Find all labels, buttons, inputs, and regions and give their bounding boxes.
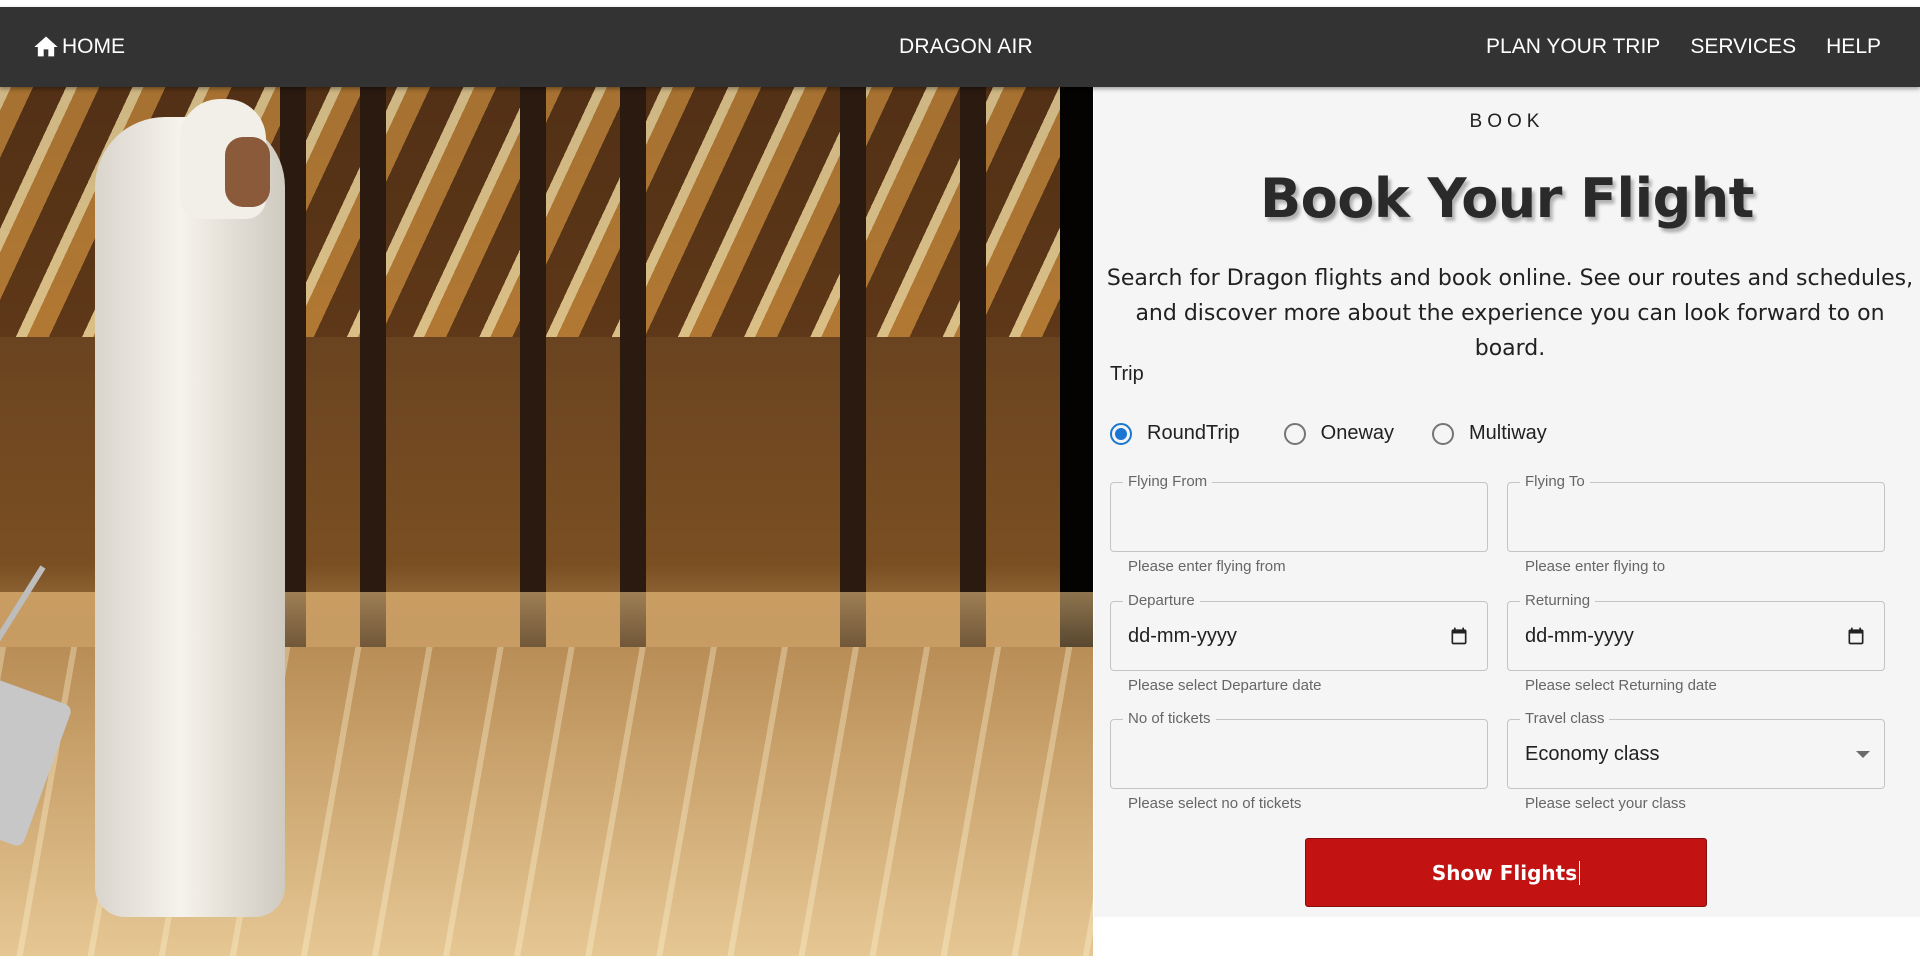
section-eyebrow: BOOK [1469,111,1545,132]
hero-pillar [840,87,866,647]
returning-label: Returning [1520,591,1596,611]
returning-placeholder: dd-mm-yyyy [1525,625,1634,647]
home-label: HOME [62,35,125,58]
radio-checked-icon[interactable] [1110,422,1132,445]
hero-pillar [360,87,386,647]
home-icon [34,36,58,57]
tickets-helper: Please select no of tickets [1128,795,1302,812]
travel-class-label: Travel class [1520,709,1610,729]
hero-pillar [960,87,986,647]
radio-unchecked-icon[interactable] [1283,422,1306,445]
show-flights-button[interactable]: Show Flights [1305,838,1707,907]
travel-class-helper: Please select your class [1525,795,1686,812]
radio-roundtrip-label: RoundTrip [1147,422,1240,444]
hero-person-face [225,137,270,207]
travel-class-value: Economy class [1525,743,1660,765]
tickets-input[interactable] [1111,720,1487,788]
trip-radio-group: RoundTrip Oneway Multiway [1110,422,1547,445]
show-flights-label: Show Flights [1431,860,1578,885]
hero-image [0,87,1093,956]
radio-roundtrip[interactable]: RoundTrip [1110,422,1240,445]
text-caret [1579,860,1581,885]
radio-multiway-label: Multiway [1469,422,1547,444]
departure-helper: Please select Departure date [1128,677,1322,694]
flying-from-input[interactable] [1111,483,1487,551]
nav-plan-your-trip[interactable]: PLAN YOUR TRIP [1486,35,1660,59]
radio-oneway[interactable]: Oneway [1283,422,1395,445]
trip-label: Trip [1110,363,1144,385]
hero-pillar [1060,87,1093,647]
departure-label: Departure [1123,591,1200,611]
page-title: Book Your Flight [1259,167,1755,230]
dropdown-arrow-icon[interactable] [1856,751,1870,758]
home-link[interactable]: HOME [32,33,125,61]
flying-to-input[interactable] [1508,483,1884,551]
travel-class-select[interactable]: Travel class Economy class [1507,709,1885,789]
radio-oneway-label: Oneway [1320,422,1395,444]
hero-pillar [520,87,546,647]
calendar-icon[interactable] [1846,626,1866,646]
hero-pillar [620,87,646,647]
nav-help[interactable]: HELP [1826,35,1881,59]
flying-from-helper: Please enter flying from [1128,558,1286,575]
intro-text: Search for Dragon flights and book onlin… [1106,266,1914,361]
flying-to-helper: Please enter flying to [1525,558,1666,575]
calendar-icon[interactable] [1449,626,1469,646]
departure-field[interactable]: Departure dd-mm-yyyy [1110,591,1488,671]
flying-from-field[interactable]: Flying From [1110,472,1488,552]
flying-to-field[interactable]: Flying To [1507,472,1885,552]
hero-person [95,117,285,917]
booking-panel: BOOK Book Your Flight Search for Dragon … [1094,87,1920,917]
nav-links: PLAN YOUR TRIP SERVICES HELP [1486,35,1920,59]
navbar: HOME DRAGON AIR PLAN YOUR TRIP SERVICES … [0,7,1920,87]
returning-field[interactable]: Returning dd-mm-yyyy [1507,591,1885,671]
brand-name[interactable]: DRAGON AIR [899,35,1033,59]
radio-multiway[interactable]: Multiway [1432,422,1547,445]
nav-services[interactable]: SERVICES [1690,35,1796,59]
tickets-field[interactable]: No of tickets [1110,709,1488,789]
departure-placeholder: dd-mm-yyyy [1128,625,1237,647]
radio-unchecked-icon[interactable] [1432,422,1455,445]
returning-helper: Please select Returning date [1525,677,1717,694]
top-strip [0,0,1920,7]
